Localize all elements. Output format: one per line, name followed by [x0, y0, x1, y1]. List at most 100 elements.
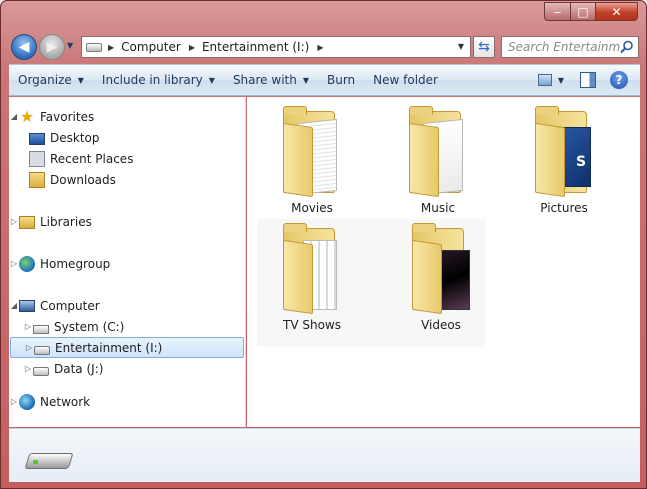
empty-tile — [485, 219, 609, 347]
recent-pages-dropdown-icon[interactable]: ▼ — [67, 41, 73, 50]
help-button[interactable]: ? — [610, 71, 628, 89]
tree-item-homegroup[interactable]: ▷ Homegroup — [9, 253, 245, 274]
network-icon — [19, 393, 35, 410]
search-input[interactable]: Search Entertainm... — [508, 40, 620, 54]
folder-videos[interactable]: Videos — [386, 220, 496, 336]
back-button[interactable]: ◀ — [11, 34, 37, 60]
address-dropdown-icon[interactable]: ▼ — [458, 42, 464, 51]
tree-label: Network — [40, 394, 91, 409]
chevron-down-icon: ▼ — [208, 75, 215, 85]
chevron-right-icon[interactable]: ▶ — [189, 43, 195, 52]
minimize-button[interactable]: ‒ — [544, 2, 570, 21]
expand-icon[interactable]: ▷ — [9, 217, 19, 226]
collapse-icon[interactable]: ◢ — [9, 112, 19, 121]
organize-label: Organize — [18, 73, 72, 87]
tree-item-entertainment-drive[interactable]: ▷ Entertainment (I:) — [10, 337, 244, 358]
organize-button[interactable]: Organize ▼ — [9, 73, 93, 87]
folder-label: Videos — [421, 318, 461, 332]
preview-pane-icon[interactable] — [580, 72, 596, 88]
window-controls: ‒ □ ✕ — [544, 2, 638, 21]
drive-icon — [86, 42, 102, 52]
libraries-icon — [19, 216, 35, 229]
hard-drive-icon — [34, 345, 50, 355]
tree-item-libraries[interactable]: ▷ Libraries — [9, 211, 245, 232]
tree-item-system-drive[interactable]: ▷ System (C:) — [9, 316, 245, 337]
downloads-folder-icon — [29, 171, 45, 188]
hard-drive-icon — [33, 366, 49, 376]
chevron-down-icon: ▼ — [302, 75, 309, 85]
folder-label: Pictures — [540, 201, 588, 215]
expand-icon[interactable]: ▷ — [23, 364, 33, 373]
tree-label: Favorites — [40, 109, 95, 124]
recent-places-icon — [29, 150, 45, 167]
tree-item-computer[interactable]: ◢ Computer — [9, 295, 245, 316]
collapse-icon[interactable]: ◢ — [9, 301, 19, 310]
refresh-icon: ⇆ — [478, 39, 490, 55]
tree-label: Data (J:) — [54, 361, 104, 376]
new-folder-button[interactable]: New folder — [364, 73, 447, 87]
command-bar: Organize ▼ Include in library ▼ Share with… — [9, 64, 640, 96]
tree-label: Entertainment (I:) — [55, 340, 163, 355]
tree-label: Downloads — [50, 172, 116, 187]
folder-blank-icon — [405, 106, 469, 199]
view-options-dropdown-icon[interactable]: ▼ — [558, 76, 564, 85]
tree-label: Computer — [40, 298, 100, 313]
folder-pictures[interactable]: S Pictures — [509, 103, 619, 219]
computer-icon — [19, 300, 35, 312]
folder-pictures-icon: S — [531, 106, 595, 199]
navigation-row: ◀ ▶ ▼ ▶ Computer ▶ Entertainment (I:) ▶ … — [9, 32, 639, 62]
search-box[interactable]: Search Entertainm... — [501, 36, 639, 58]
folder-label: Movies — [291, 201, 333, 215]
details-pane — [9, 428, 640, 482]
refresh-button[interactable]: ⇆ — [473, 36, 495, 58]
share-with-button[interactable]: Share with ▼ — [224, 73, 318, 87]
forward-arrow-icon: ▶ — [46, 39, 58, 55]
chevron-right-icon[interactable]: ▶ — [317, 43, 323, 52]
tree-item-downloads[interactable]: Downloads — [9, 169, 245, 190]
change-view-icon[interactable] — [537, 74, 552, 86]
include-in-library-button[interactable]: Include in library ▼ — [93, 73, 224, 87]
expand-icon[interactable]: ▷ — [24, 343, 34, 352]
folder-dark-thumbnail-icon — [408, 223, 472, 316]
folder-label: Music — [420, 201, 456, 215]
tree-item-recent-places[interactable]: Recent Places — [9, 148, 245, 169]
folder-music[interactable]: Music — [383, 103, 493, 219]
expand-icon[interactable]: ▷ — [9, 259, 19, 268]
folder-label: TV Shows — [283, 318, 341, 332]
explorer-window: ‒ □ ✕ ◀ ▶ ▼ ▶ Computer ▶ Entertainment (… — [0, 0, 647, 489]
folder-tv-shows[interactable]: TV Shows — [257, 220, 367, 336]
breadcrumb-computer[interactable]: Computer — [121, 40, 181, 54]
expand-icon[interactable]: ▷ — [23, 322, 33, 331]
chevron-down-icon: ▼ — [77, 75, 84, 85]
close-button[interactable]: ✕ — [595, 2, 638, 21]
search-icon[interactable] — [620, 40, 634, 54]
folder-documents-icon — [279, 106, 343, 199]
file-list[interactable]: Movies Music S Pictures TV Shows Videos — [247, 97, 640, 427]
command-bar-right: ▼ ? — [530, 65, 640, 95]
system-drive-icon — [33, 324, 49, 334]
desktop-icon — [29, 132, 45, 145]
back-arrow-icon: ◀ — [18, 39, 30, 55]
address-bar[interactable]: ▶ Computer ▶ Entertainment (I:) ▶ ▼ — [81, 36, 471, 58]
star-icon: ★ — [19, 106, 35, 126]
tree-label: Homegroup — [40, 256, 111, 271]
tree-item-data-drive[interactable]: ▷ Data (J:) — [9, 358, 245, 379]
chevron-right-icon[interactable]: ▶ — [108, 43, 114, 52]
navigation-pane: ◢ ★ Favorites Desktop Recent Places Down… — [9, 97, 246, 427]
share-with-label: Share with — [232, 73, 297, 87]
breadcrumb-entertainment[interactable]: Entertainment (I:) — [202, 40, 309, 54]
include-in-library-label: Include in library — [101, 73, 203, 87]
burn-button[interactable]: Burn — [318, 73, 364, 87]
tree-label: Desktop — [50, 130, 100, 145]
thumbnail-letter: S — [576, 154, 587, 170]
forward-button[interactable]: ▶ — [39, 34, 65, 60]
folder-video-icon — [279, 223, 343, 316]
tree-item-desktop[interactable]: Desktop — [9, 127, 245, 148]
homegroup-icon — [19, 255, 35, 272]
folder-movies[interactable]: Movies — [257, 103, 367, 219]
maximize-button[interactable]: □ — [570, 2, 595, 21]
tree-item-network[interactable]: ▷ Network — [9, 391, 245, 412]
tree-item-favorites[interactable]: ◢ ★ Favorites — [9, 106, 245, 127]
tree-label: Libraries — [40, 214, 92, 229]
expand-icon[interactable]: ▷ — [9, 397, 19, 406]
